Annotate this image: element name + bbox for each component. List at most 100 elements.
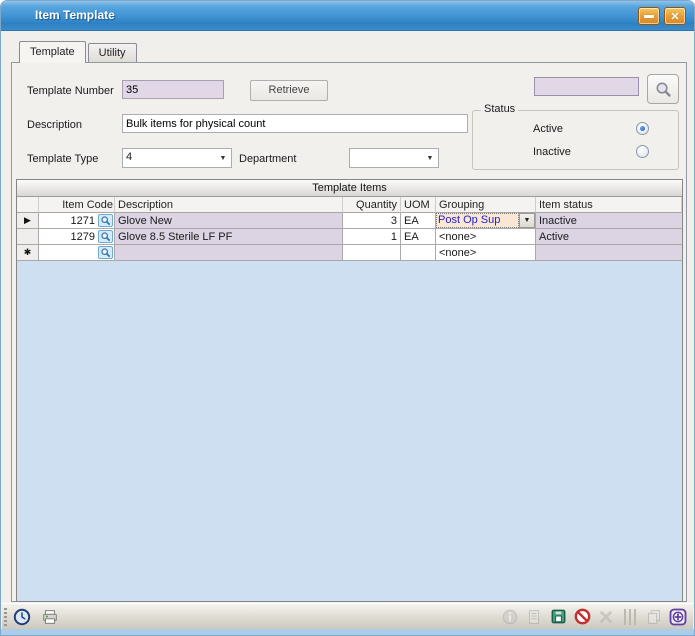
item-template-window: Item Template ✕ Template Utility Templat…: [0, 0, 695, 636]
uom-cell[interactable]: EA: [401, 213, 436, 229]
column-header-quantity[interactable]: Quantity: [343, 197, 401, 213]
template-number-field[interactable]: [122, 80, 224, 99]
quantity-cell[interactable]: 1: [343, 229, 401, 245]
description-field[interactable]: [122, 114, 468, 133]
clock-icon: [13, 608, 31, 626]
retrieve-button[interactable]: Retrieve: [250, 80, 328, 101]
statusbar-gripper[interactable]: [4, 608, 7, 626]
description-cell[interactable]: Glove 8.5 Sterile LF PF: [115, 229, 343, 245]
column-header-item-code[interactable]: Item Code: [39, 197, 115, 213]
grouping-cell[interactable]: Post Op Sup ▼: [436, 213, 536, 229]
tab-utility[interactable]: Utility: [88, 43, 137, 62]
column-header-item-status[interactable]: Item status: [536, 197, 682, 213]
minimize-icon: [644, 15, 654, 18]
description-cell[interactable]: Glove New: [115, 213, 343, 229]
uom-cell[interactable]: [401, 245, 436, 261]
save-icon: [549, 607, 568, 626]
new-row-icon[interactable]: ✱: [17, 245, 39, 261]
current-row-icon[interactable]: ▶: [17, 213, 39, 229]
template-type-label: Template Type: [27, 153, 98, 165]
grouping-cell[interactable]: <none>: [436, 245, 536, 261]
search-button[interactable]: [647, 74, 679, 104]
item-status-cell[interactable]: Inactive: [536, 213, 682, 229]
template-tab-page: Template Number Retrieve Description Sta…: [11, 62, 687, 602]
item-code-cell[interactable]: [39, 245, 115, 261]
chevron-down-icon: ▼: [215, 149, 231, 167]
delete-x-icon: [597, 608, 615, 626]
search-icon: [100, 215, 111, 226]
quantity-cell[interactable]: [343, 245, 401, 261]
info-button[interactable]: [499, 606, 521, 628]
cancel-button[interactable]: [571, 606, 593, 628]
statusbar: [2, 603, 693, 629]
close-icon: ✕: [670, 10, 679, 23]
active-radio-label: Active: [533, 123, 563, 135]
statusbar-separator: [624, 609, 636, 625]
search-icon: [654, 80, 673, 99]
column-header-description[interactable]: Description: [115, 197, 343, 213]
item-status-cell[interactable]: [536, 245, 682, 261]
printer-icon: [41, 608, 59, 626]
item-code-cell[interactable]: 1271: [39, 213, 115, 229]
table-row-new: ✱ <none>: [17, 245, 682, 261]
copy-button[interactable]: [643, 606, 665, 628]
window-title: Item Template: [35, 8, 115, 22]
item-code-value: 1279: [41, 231, 98, 243]
item-lookup-button[interactable]: [98, 230, 113, 243]
window-bottom-border: [1, 629, 694, 635]
tabstrip: Template Utility: [19, 41, 139, 62]
column-header-uom[interactable]: UOM: [401, 197, 436, 213]
search-icon: [100, 247, 111, 258]
template-items-grid: Template Items Item Code Description Qua…: [16, 179, 683, 602]
quantity-cell[interactable]: 3: [343, 213, 401, 229]
inactive-radio-label: Inactive: [533, 146, 571, 158]
item-lookup-button[interactable]: [98, 214, 113, 227]
item-code-cell[interactable]: 1279: [39, 229, 115, 245]
search-input[interactable]: [534, 77, 639, 96]
status-group-label: Status: [481, 103, 518, 115]
department-value: [350, 149, 422, 167]
delete-button[interactable]: [595, 606, 617, 628]
clock-button[interactable]: [11, 606, 33, 628]
search-icon: [100, 231, 111, 242]
template-type-value: 4: [123, 149, 215, 167]
template-type-combo[interactable]: 4 ▼: [122, 148, 232, 168]
document-button[interactable]: [523, 606, 545, 628]
minimize-button[interactable]: [638, 7, 660, 25]
description-label: Description: [27, 119, 82, 131]
print-button[interactable]: [39, 606, 61, 628]
uom-cell[interactable]: EA: [401, 229, 436, 245]
department-combo[interactable]: ▼: [349, 148, 439, 168]
exit-icon: [668, 607, 688, 627]
statusbar-right-buttons: [499, 606, 693, 628]
window-content: Template Utility Template Number Retriev…: [6, 31, 689, 603]
template-number-label: Template Number: [27, 85, 114, 97]
chevron-down-icon: ▼: [422, 149, 438, 167]
item-status-cell[interactable]: Active: [536, 229, 682, 245]
column-header-grouping[interactable]: Grouping: [436, 197, 536, 213]
row-selector[interactable]: [17, 229, 39, 245]
table-row: 1279 Glove 8.5 Sterile LF PF 1 EA <none>…: [17, 229, 682, 245]
department-label: Department: [239, 153, 296, 165]
grid-header-row: Item Code Description Quantity UOM Group…: [17, 197, 682, 213]
status-groupbox: Status Active Inactive: [472, 110, 679, 170]
grouping-value[interactable]: Post Op Sup: [436, 213, 519, 228]
chevron-down-icon[interactable]: ▼: [519, 213, 535, 228]
save-button[interactable]: [547, 606, 569, 628]
description-cell[interactable]: [115, 245, 343, 261]
exit-button[interactable]: [667, 606, 689, 628]
grouping-cell[interactable]: <none>: [436, 229, 536, 245]
item-lookup-button[interactable]: [98, 246, 113, 259]
document-icon: [525, 608, 543, 626]
grid-caption: Template Items: [17, 180, 682, 197]
row-selector-header: [17, 197, 39, 213]
close-button[interactable]: ✕: [664, 7, 686, 25]
active-radio[interactable]: [636, 122, 649, 135]
copy-icon: [645, 608, 663, 626]
titlebar-buttons: ✕: [638, 7, 686, 25]
table-row: ▶ 1271 Glove New 3 EA: [17, 213, 682, 229]
item-code-value: 1271: [41, 215, 98, 227]
grid-empty-area: [17, 261, 682, 601]
inactive-radio[interactable]: [636, 145, 649, 158]
tab-template[interactable]: Template: [19, 41, 86, 63]
